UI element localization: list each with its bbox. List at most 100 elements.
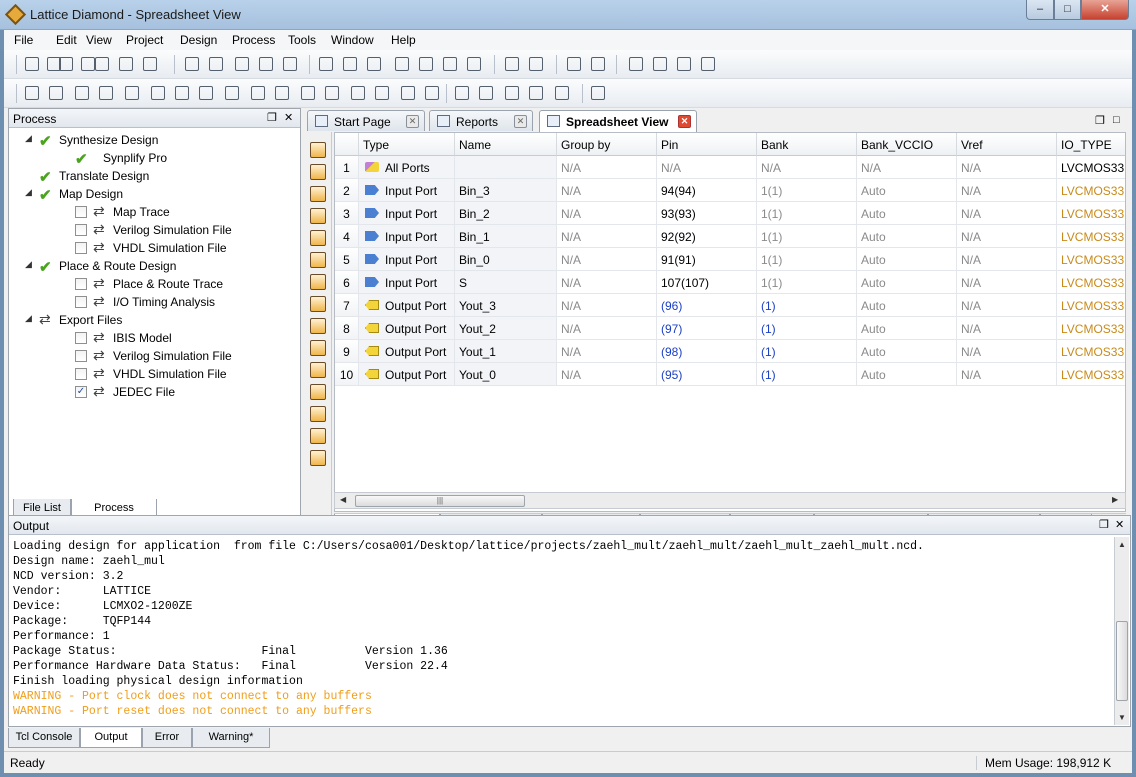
editor-tab-start-page[interactable]: Start Page ✕ — [307, 110, 425, 131]
zoom-out-icon[interactable] — [416, 54, 436, 74]
tree-item[interactable]: ◢ ⇄ Export Files — [25, 311, 279, 329]
checkbox[interactable] — [75, 332, 87, 344]
name-cell[interactable]: Yout_3 — [455, 294, 557, 317]
close-output-icon[interactable]: ✕ — [1115, 518, 1124, 531]
menu-view[interactable]: View — [86, 33, 112, 47]
menu-design[interactable]: Design — [180, 33, 217, 47]
vref-cell[interactable]: N/A — [957, 294, 1057, 317]
zoom-fit-icon[interactable] — [440, 54, 460, 74]
redo-icon[interactable] — [206, 54, 226, 74]
rerun-all-icon[interactable] — [674, 54, 694, 74]
expand-arrow-icon[interactable]: ◢ — [25, 313, 32, 324]
io-type-cell[interactable]: LVCMOS33 — [1057, 363, 1125, 386]
bank-cell[interactable]: 1(1) — [757, 271, 857, 294]
web-icon[interactable] — [588, 83, 608, 103]
group-cell[interactable]: N/A — [557, 317, 657, 340]
output-tab-warning-[interactable]: Warning* — [192, 728, 270, 748]
vref-cell[interactable]: N/A — [957, 363, 1057, 386]
type-cell[interactable]: Output Port — [359, 294, 455, 317]
column-header[interactable]: Bank_VCCIO — [857, 133, 957, 156]
scroll-up-icon[interactable]: ▲ — [1118, 540, 1126, 549]
bank-vccio-cell[interactable]: Auto — [857, 179, 957, 202]
bank-cell[interactable]: 1(1) — [757, 202, 857, 225]
name-cell[interactable]: S — [455, 271, 557, 294]
editor-tab-spreadsheet-view[interactable]: Spreadsheet View ✕ — [539, 110, 697, 132]
float-panel-icon[interactable]: ❐ — [267, 111, 277, 124]
side-tool-icon[interactable] — [310, 296, 326, 312]
io-type-cell[interactable]: LVCMOS33 — [1057, 294, 1125, 317]
group-cell[interactable]: N/A — [557, 248, 657, 271]
report-icon[interactable] — [340, 54, 360, 74]
maximize-editor-icon[interactable]: □ — [1113, 114, 1120, 126]
side-tool-icon[interactable] — [310, 340, 326, 356]
type-cell[interactable]: Input Port — [359, 202, 455, 225]
side-tool-icon[interactable] — [310, 186, 326, 202]
floorplan-icon[interactable] — [248, 83, 268, 103]
zoom-area-icon[interactable] — [464, 54, 484, 74]
table-row[interactable]: 5 Input Port Bin_0 N/A 91(91) 1(1) Auto N/A LVCM… — [335, 248, 1125, 271]
tree-icon[interactable] — [398, 83, 418, 103]
name-cell[interactable]: Yout_1 — [455, 340, 557, 363]
menu-window[interactable]: Window — [331, 33, 374, 47]
io-type-cell[interactable]: LVCMOS33 — [1057, 156, 1125, 179]
group-cell[interactable]: N/A — [557, 202, 657, 225]
name-cell[interactable]: Yout_0 — [455, 363, 557, 386]
row-number[interactable]: 6 — [335, 271, 359, 294]
grid-icon[interactable] — [196, 83, 216, 103]
expand-arrow-icon[interactable]: ◢ — [25, 187, 32, 198]
pin-cell[interactable]: 107(107) — [657, 271, 757, 294]
column-header[interactable]: Name — [455, 133, 557, 156]
netlist-view-icon[interactable] — [222, 83, 242, 103]
table-row[interactable]: 3 Input Port Bin_2 N/A 93(93) 1(1) Auto N/A LVCM… — [335, 202, 1125, 225]
menu-project[interactable]: Project — [126, 33, 163, 47]
side-tool-icon[interactable] — [310, 252, 326, 268]
tree-item[interactable]: ⇄ VHDL Simulation File — [75, 239, 315, 257]
io-type-cell[interactable]: LVCMOS33 — [1057, 340, 1125, 363]
bank-vccio-cell[interactable]: Auto — [857, 363, 957, 386]
row-number[interactable]: 10 — [335, 363, 359, 386]
timing-icon[interactable] — [298, 83, 318, 103]
hdl-icon[interactable] — [372, 83, 392, 103]
row-number[interactable]: 3 — [335, 202, 359, 225]
expand-arrow-icon[interactable]: ◢ — [25, 133, 32, 144]
vref-cell[interactable]: N/A — [957, 248, 1057, 271]
pin-cell[interactable]: (96) — [657, 294, 757, 317]
bulb-icon[interactable] — [322, 83, 342, 103]
side-tool-icon[interactable] — [310, 142, 326, 158]
group-cell[interactable]: N/A — [557, 271, 657, 294]
cut-icon[interactable] — [232, 54, 252, 74]
close-button[interactable]: ✕ — [1081, 0, 1129, 20]
tree-item[interactable]: ⇄ Map Trace — [75, 203, 315, 221]
bank-cell[interactable]: (1) — [757, 294, 857, 317]
horizontal-scrollbar[interactable]: ◀ ||| ▶ — [334, 492, 1126, 509]
type-cell[interactable]: Output Port — [359, 340, 455, 363]
tab-close-icon[interactable]: ✕ — [406, 115, 419, 128]
tree-item[interactable]: ✓ ⇄ JEDEC File — [75, 383, 315, 401]
edit-icon[interactable] — [22, 83, 42, 103]
zoom-in-icon[interactable] — [392, 54, 412, 74]
row-number[interactable]: 8 — [335, 317, 359, 340]
check-icon[interactable] — [588, 54, 608, 74]
bank-vccio-cell[interactable]: Auto — [857, 340, 957, 363]
memory-icon[interactable] — [526, 83, 546, 103]
output-scroll-thumb[interactable] — [1116, 621, 1128, 701]
bank-cell[interactable]: (1) — [757, 363, 857, 386]
row-number[interactable]: 1 — [335, 156, 359, 179]
pin-cell[interactable]: N/A — [657, 156, 757, 179]
waveform-icon[interactable] — [172, 83, 192, 103]
bank-vccio-cell[interactable]: Auto — [857, 225, 957, 248]
menu-file[interactable]: File — [14, 33, 33, 47]
bank-cell[interactable]: 1(1) — [757, 248, 857, 271]
side-tool-icon[interactable] — [310, 230, 326, 246]
copy-icon[interactable] — [256, 54, 276, 74]
output-tab-output[interactable]: Output — [80, 728, 142, 748]
menu-help[interactable]: Help — [391, 33, 416, 47]
type-cell[interactable]: Input Port — [359, 225, 455, 248]
table-row[interactable]: 6 Input Port S N/A 107(107) 1(1) Auto N/A LVCMOS… — [335, 271, 1125, 294]
tree-item[interactable]: ◢ ✔ Map Design — [25, 185, 279, 204]
column-header[interactable]: Pin — [657, 133, 757, 156]
save-all-icon[interactable] — [116, 54, 136, 74]
type-cell[interactable]: Input Port — [359, 179, 455, 202]
table-row[interactable]: 9 Output Port Yout_1 N/A (98) (1) Auto N/A LVCMO… — [335, 340, 1125, 363]
layout-icon[interactable] — [476, 83, 496, 103]
